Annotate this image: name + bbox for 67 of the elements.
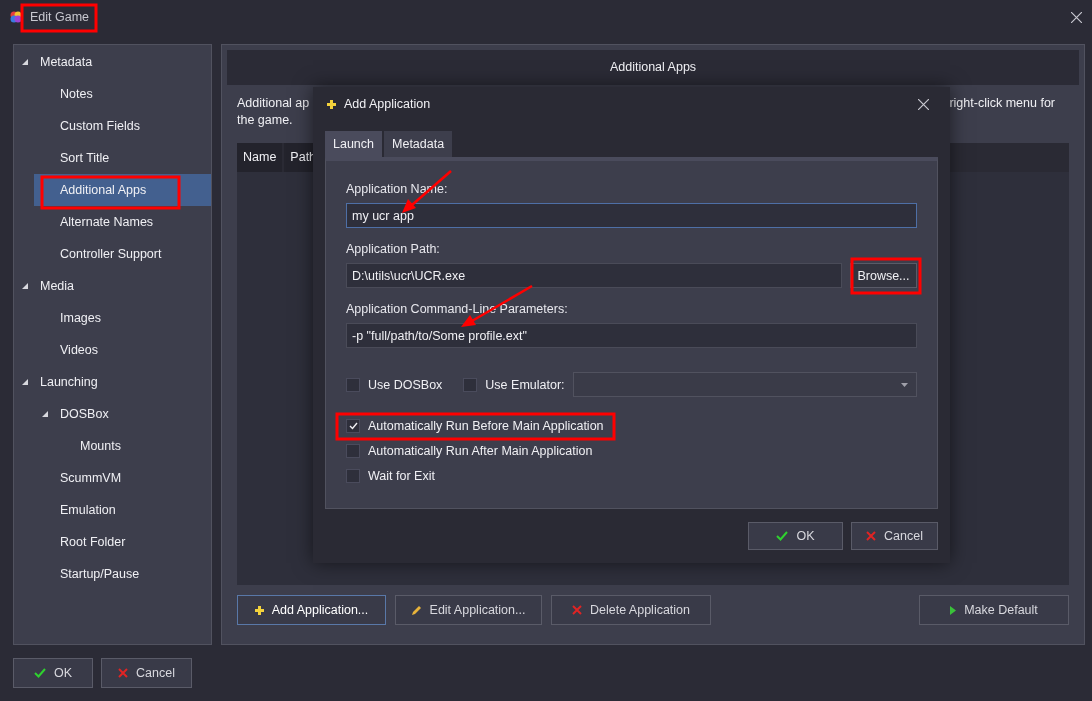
tree-item[interactable]: ScummVM [34,461,211,494]
checkbox-label: Wait for Exit [368,468,435,483]
ok-button[interactable]: OK [748,522,843,550]
column-header[interactable]: Name [237,142,283,172]
cross-icon [571,605,582,615]
expander-icon[interactable] [22,378,28,385]
expander-icon[interactable] [42,410,48,417]
tree-item[interactable]: DOSBox [34,397,211,430]
tree-item[interactable]: Emulation [34,493,211,526]
description-text: the game. [237,111,293,129]
caret-icon [901,382,908,387]
ok-button[interactable]: OK [13,658,93,688]
tree-item[interactable]: Additional Apps [34,173,211,206]
checkbox[interactable] [346,468,360,483]
checkbox[interactable] [346,443,360,458]
checkbox[interactable] [346,377,360,392]
tab[interactable]: Metadata [384,131,453,157]
text-field[interactable]: -p "full/path/to/Some profile.ext" [346,323,917,348]
tree-item[interactable]: Root Folder [34,525,211,558]
tree-item[interactable]: Startup/Pause [34,557,211,590]
play-icon [950,605,957,615]
checkmark-icon [776,531,789,541]
close-button[interactable] [1071,11,1082,23]
tree-item[interactable]: Notes [34,77,211,110]
tree-item[interactable]: Media [14,269,211,302]
edit-application-button[interactable]: Edit Application... [395,595,542,625]
plus-icon [254,605,264,615]
section-header: Additional Apps [227,49,1079,85]
text-field[interactable]: my ucr app [346,203,917,228]
checkmark-icon [33,668,46,678]
checkbox-label: Use Emulator: [485,377,565,392]
browse-button[interactable]: Browse... [850,263,917,288]
dialog-title: Add Application [344,97,431,111]
plus-icon [327,99,336,109]
text-field[interactable]: D:\utils\ucr\UCR.exe [346,263,842,288]
tree-item[interactable]: Videos [34,333,211,366]
checkbox-label: Use DOSBox [368,377,443,392]
cancel-button[interactable]: Cancel [101,658,192,688]
add-application-button[interactable]: Add Application... [237,595,386,625]
checkbox[interactable] [463,377,478,392]
tree-item[interactable]: Images [34,301,211,334]
tree-item[interactable]: Alternate Names [34,205,211,238]
description-text: right-click menu for [949,94,1055,112]
tree-item[interactable]: Mounts [54,429,211,462]
checkbox-label: Automatically Run After Main Application [368,443,593,458]
cross-icon [866,531,877,541]
tree-item[interactable]: Controller Support [34,237,211,270]
pencil-icon [411,605,422,615]
tree-item[interactable]: Custom Fields [34,109,211,142]
expander-icon[interactable] [22,58,28,65]
tree-item[interactable]: Sort Title [34,141,211,174]
delete-application-button[interactable]: Delete Application [551,595,711,625]
cancel-button[interactable]: Cancel [851,522,938,550]
make-default-button[interactable]: Make Default [919,595,1069,625]
annotation-rectangle [850,257,922,295]
cross-icon [118,668,129,678]
field-label: Application Path: [346,241,441,258]
checkbox-label: Automatically Run Before Main Application [368,418,604,433]
expander-icon[interactable] [22,282,28,289]
tree-item[interactable]: Metadata [14,45,211,78]
tree-item[interactable]: Launching [14,365,211,398]
app-logo-icon [10,11,22,24]
description-text: Additional ap [237,94,310,112]
tab[interactable]: Launch [325,131,382,157]
close-button[interactable] [918,98,929,110]
checkbox[interactable] [346,418,360,433]
window-title: Edit Game [30,10,90,25]
